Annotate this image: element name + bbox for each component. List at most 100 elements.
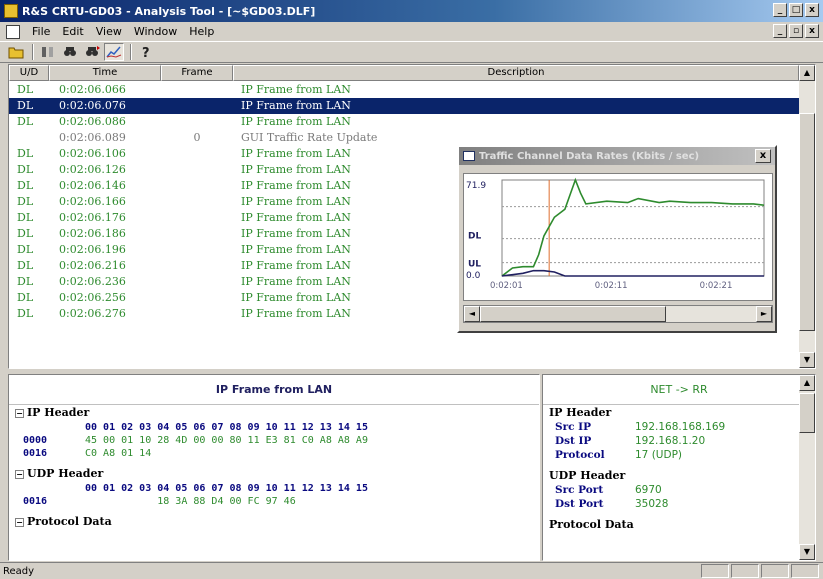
find-next-icon[interactable] xyxy=(82,43,102,61)
row-ud: DL xyxy=(17,115,34,128)
detail-scroll-down-button[interactable]: ▼ xyxy=(799,544,815,560)
hex-section-title[interactable]: − UDP Header xyxy=(9,466,539,482)
list-scrollbar[interactable]: ▲ ▼ xyxy=(799,65,815,368)
hex-row: 0000 45 00 01 10 28 4D 00 00 80 11 E3 81 … xyxy=(9,434,539,447)
menu-edit[interactable]: Edit xyxy=(56,25,89,38)
row-frame xyxy=(161,242,233,258)
list-row[interactable]: DL 0:02:06.076 IP Frame from LAN xyxy=(9,98,799,114)
field-value: 192.168.1.20 xyxy=(635,435,706,447)
row-frame xyxy=(161,194,233,210)
popup-scroll-thumb[interactable] xyxy=(480,306,666,322)
row-frame xyxy=(161,306,233,322)
row-description: IP Frame from LAN xyxy=(241,227,351,240)
list-row[interactable]: 0:02:06.089 0 GUI Traffic Rate Update xyxy=(9,130,799,146)
find-icon[interactable] xyxy=(60,43,80,61)
column-header-ud[interactable]: U/D xyxy=(9,65,49,81)
column-header-description[interactable]: Description xyxy=(233,65,799,81)
child-close-button[interactable]: x xyxy=(805,24,819,38)
title-bar: R&S CRTU-GD03 - Analysis Tool - [~$GD03.… xyxy=(0,0,823,22)
column-header-frame[interactable]: Frame xyxy=(161,65,233,81)
row-time: 0:02:06.276 xyxy=(59,307,126,320)
scroll-right-button[interactable]: ► xyxy=(756,306,772,322)
chart-window-icon xyxy=(463,151,475,161)
menu-view[interactable]: View xyxy=(90,25,128,38)
row-ud: DL xyxy=(17,243,34,256)
menu-window[interactable]: Window xyxy=(128,25,183,38)
popup-hscrollbar[interactable]: ◄ ► xyxy=(463,305,773,323)
help-icon[interactable]: ? xyxy=(136,43,156,61)
status-bar: Ready xyxy=(0,562,823,579)
row-description: IP Frame from LAN xyxy=(241,83,351,96)
child-minimize-button[interactable]: _ xyxy=(773,24,787,38)
hex-section-title[interactable]: − IP Header xyxy=(9,405,539,421)
row-description: IP Frame from LAN xyxy=(241,115,351,128)
menu-help[interactable]: Help xyxy=(183,25,220,38)
hex-offset: 0000 xyxy=(23,435,48,446)
column-header-time[interactable]: Time xyxy=(49,65,161,81)
decoded-field: Protocol 17 (UDP) xyxy=(543,448,815,462)
scroll-left-button[interactable]: ◄ xyxy=(464,306,480,322)
hex-section-name: IP Header xyxy=(27,406,90,419)
detail-scroll-up-button[interactable]: ▲ xyxy=(799,375,815,391)
popup-title-bar[interactable]: Traffic Channel Data Rates (Kbits / sec) xyxy=(459,147,775,165)
chart-icon[interactable] xyxy=(104,43,124,61)
row-time: 0:02:06.089 xyxy=(59,131,126,144)
traffic-chart-svg: 71.9 0.0 DL UL 0:02:01 0:02:11 0:02:21 xyxy=(466,177,765,291)
hex-section-name: Protocol Data xyxy=(27,515,112,528)
row-time: 0:02:06.076 xyxy=(59,99,126,112)
close-button[interactable]: x xyxy=(805,3,819,17)
detail-scrollbar[interactable]: ▲ ▼ xyxy=(799,375,815,560)
menu-bar: File Edit View Window Help _ ▫ x xyxy=(0,22,823,41)
collapse-toggle-icon[interactable]: − xyxy=(15,517,24,527)
hex-row: 0016 C0 A8 01 14 xyxy=(9,447,539,460)
hex-section-title[interactable]: − Protocol Data xyxy=(9,514,539,530)
row-time: 0:02:06.186 xyxy=(59,227,126,240)
open-icon[interactable] xyxy=(6,43,26,61)
list-row[interactable]: DL 0:02:06.086 IP Frame from LAN xyxy=(9,114,799,130)
scroll-down-button[interactable]: ▼ xyxy=(799,352,815,368)
svg-text:?: ? xyxy=(142,46,150,59)
row-time: 0:02:06.216 xyxy=(59,259,126,272)
row-ud: DL xyxy=(17,195,34,208)
status-cell xyxy=(761,564,789,578)
x-tick-label: 0:02:11 xyxy=(595,281,628,291)
decoded-field: Dst IP 192.168.1.20 xyxy=(543,434,815,448)
field-name: Dst Port xyxy=(555,498,604,510)
hex-bytes: 45 00 01 10 28 4D 00 00 80 11 E3 81 C0 A… xyxy=(85,435,368,446)
list-row[interactable]: DL 0:02:06.066 IP Frame from LAN xyxy=(9,82,799,98)
minimize-button[interactable]: _ xyxy=(773,3,787,17)
row-frame xyxy=(161,82,233,98)
status-cell xyxy=(791,564,819,578)
decoded-section-title: IP Header xyxy=(549,406,612,419)
filter-icon[interactable] xyxy=(38,43,58,61)
row-description: IP Frame from LAN xyxy=(241,147,351,160)
legend-ul: UL xyxy=(468,260,481,270)
scroll-up-button[interactable]: ▲ xyxy=(799,65,815,81)
scroll-thumb[interactable] xyxy=(799,113,815,331)
maximize-button[interactable]: □ xyxy=(789,3,803,17)
collapse-toggle-icon[interactable]: − xyxy=(15,408,24,418)
field-name: Src Port xyxy=(555,484,604,496)
row-time: 0:02:06.086 xyxy=(59,115,126,128)
row-ud: DL xyxy=(17,83,34,96)
row-description: GUI Traffic Rate Update xyxy=(241,131,378,144)
field-name: Protocol xyxy=(555,449,605,461)
collapse-toggle-icon[interactable]: − xyxy=(15,469,24,479)
popup-close-button[interactable]: x xyxy=(755,149,771,163)
detail-scroll-thumb[interactable] xyxy=(799,393,815,433)
y-min-label: 0.0 xyxy=(466,271,481,281)
child-restore-button[interactable]: ▫ xyxy=(789,24,803,38)
field-name: Dst IP xyxy=(555,435,592,447)
row-description: IP Frame from LAN xyxy=(241,211,351,224)
toolbar-separator xyxy=(130,44,132,60)
status-text: Ready xyxy=(3,565,35,577)
hex-columns: 00 01 02 03 04 05 06 07 08 09 10 11 12 1… xyxy=(85,422,368,433)
row-ud: DL xyxy=(17,227,34,240)
row-time: 0:02:06.256 xyxy=(59,291,126,304)
direction-title: NET -> RR xyxy=(543,375,815,405)
field-value: 6970 xyxy=(635,484,662,496)
document-icon[interactable] xyxy=(6,24,20,39)
row-description: IP Frame from LAN xyxy=(241,243,351,256)
menu-file[interactable]: File xyxy=(26,25,56,38)
field-name: Src IP xyxy=(555,421,591,433)
